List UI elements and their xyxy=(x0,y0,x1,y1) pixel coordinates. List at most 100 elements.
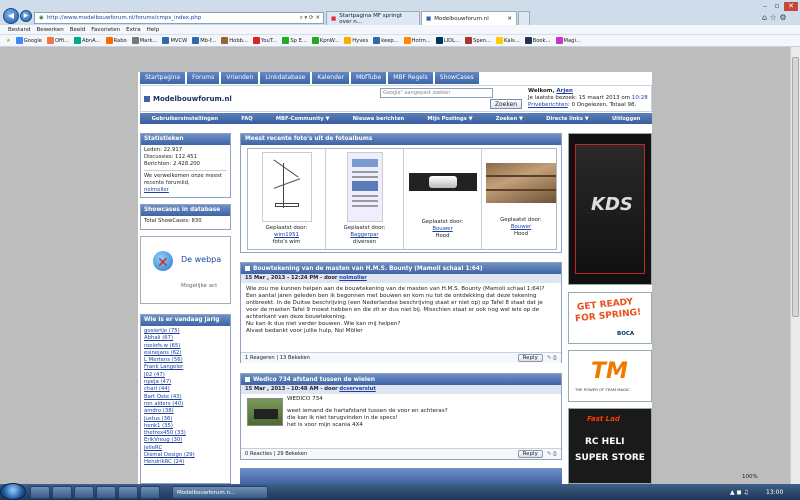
photo-item[interactable]: Geplaatst door: wim1951 foto's wim xyxy=(248,149,326,249)
maximize-icon[interactable]: ▫ xyxy=(772,2,782,11)
tab-startpagina[interactable]: ■ Startpagina MF springt over n... xyxy=(326,11,420,25)
photo-thumb-document[interactable] xyxy=(346,152,383,222)
tab-close-icon[interactable]: ✕ xyxy=(507,16,512,22)
tab-modelbouwforum[interactable]: ■ Modelbouwforum.nl ✕ xyxy=(421,11,517,25)
fav-hyves[interactable]: Hyves xyxy=(344,37,368,44)
forward-icon[interactable]: ▶ xyxy=(20,10,32,22)
site-tab-kalender[interactable]: Kalender xyxy=(312,72,350,84)
birthday-item[interactable]: gosiertje (75) xyxy=(144,328,180,334)
fav-sp[interactable]: Sp E... xyxy=(282,37,307,44)
ad-kds[interactable]: KDS xyxy=(568,133,652,285)
taskbar-media-icon[interactable] xyxy=(74,486,94,499)
fav-hobby[interactable]: Hobb... xyxy=(221,37,248,44)
birthday-item[interactable]: ron alders (40) xyxy=(144,401,183,407)
vertical-scrollbar[interactable] xyxy=(790,47,800,484)
subnav-settings[interactable]: Gebruikersinstellingen xyxy=(152,116,219,122)
birthday-item[interactable]: Dismal Design (29) xyxy=(144,452,195,458)
birthday-item[interactable]: charl (44) xyxy=(144,386,170,392)
subnav-new-posts[interactable]: Nieuwe berichten xyxy=(353,116,404,122)
zoom-level[interactable]: 100% xyxy=(742,474,758,480)
birthday-item[interactable]: JelleRC xyxy=(144,445,162,451)
fav-kals[interactable]: Kals... xyxy=(496,37,520,44)
pm-link[interactable]: Privéberichten xyxy=(528,102,568,108)
post-tools-icons[interactable]: ✎ ⎙ xyxy=(547,355,557,362)
fav-office[interactable]: Offi... xyxy=(46,37,69,44)
birthday-item[interactable]: Bart Oste (43) xyxy=(144,394,182,400)
fav-youtube[interactable]: YouT... xyxy=(252,37,277,44)
site-tab-startpagina[interactable]: Startpagina xyxy=(140,72,186,84)
post-tools-icons[interactable]: ✎ ⎙ xyxy=(547,451,557,458)
birthday-item[interactable]: amdro (38) xyxy=(144,408,174,414)
fav-abn[interactable]: AbnA... xyxy=(74,37,101,44)
fav-google[interactable]: Google xyxy=(15,37,42,44)
photo-thumb-drawing[interactable] xyxy=(261,152,312,222)
fav-hotmail[interactable]: Hotm... xyxy=(403,37,431,44)
close-icon[interactable]: ✕ xyxy=(784,2,798,11)
menu-bestand[interactable]: Bestand xyxy=(8,27,31,33)
site-tab-showcases[interactable]: ShowCases xyxy=(434,72,479,84)
photo-user-link[interactable]: wim1951 xyxy=(274,232,299,238)
photo-item[interactable]: Geplaatst door: Bouwer Hood xyxy=(404,149,482,249)
site-tab-mbftube[interactable]: MbfTube xyxy=(351,72,387,84)
taskbar-ie-icon[interactable] xyxy=(30,486,50,499)
subnav-direct-links[interactable]: Directe links ▼ xyxy=(546,116,589,122)
fav-spen[interactable]: Spen... xyxy=(465,37,491,44)
ad-boca[interactable]: GET READY FOR SPRING! BOCA xyxy=(568,292,652,344)
subnav-search[interactable]: Zoeken ▼ xyxy=(496,116,523,122)
address-bar[interactable]: ◉ http://www.modelbouwforum.nl/forums/cm… xyxy=(34,12,324,24)
photo-thumb-wood[interactable] xyxy=(486,163,556,203)
fav-book[interactable]: Book... xyxy=(524,37,551,44)
fav-mvcw[interactable]: MVCW xyxy=(162,37,187,44)
birthday-item[interactable]: HendrikRC (24) xyxy=(144,459,184,465)
menu-beeld[interactable]: Beeld xyxy=(70,27,86,33)
fav-keep[interactable]: keep... xyxy=(373,37,399,44)
photo-item[interactable]: Geplaatst door: Baggerpar diversen xyxy=(326,149,404,249)
birthday-item[interactable]: ErikVreug (30) xyxy=(144,437,182,443)
subnav-faq[interactable]: FAQ xyxy=(241,116,252,122)
birthday-item[interactable]: Abhali (67) xyxy=(144,335,173,341)
reply-button[interactable]: Reply xyxy=(517,450,543,458)
welcome-user-link[interactable]: Arjen xyxy=(556,88,573,94)
subnav-my-postings[interactable]: Mijn Postings ▼ xyxy=(427,116,472,122)
photo-item[interactable]: Geplaatst door: Bouwer Hood xyxy=(482,149,560,249)
site-tab-regels[interactable]: MBF Regels xyxy=(388,72,433,84)
taskbar-app-icon[interactable] xyxy=(140,486,160,499)
site-tab-vrienden[interactable]: Vrienden xyxy=(221,72,259,84)
fav-mbf[interactable]: Mb-f... xyxy=(192,37,216,44)
post-thumbnail[interactable] xyxy=(247,398,283,426)
fav-rabo[interactable]: Rabo xyxy=(105,37,127,44)
photo-thumb-hood[interactable] xyxy=(408,173,477,191)
photo-user-link[interactable]: Bouwer xyxy=(432,226,452,232)
birthday-item[interactable]: npeja (47) xyxy=(144,379,171,385)
taskbar-app-icon[interactable] xyxy=(96,486,116,499)
fav-kpn[interactable]: KpnW... xyxy=(311,37,339,44)
minimize-icon[interactable]: – xyxy=(760,2,770,11)
post-author-link[interactable]: nolmoller xyxy=(339,275,367,281)
site-tab-linkdatabase[interactable]: Linkdatabase xyxy=(260,72,311,84)
favorites-star-icon[interactable]: ★ xyxy=(6,38,11,44)
birthday-item[interactable]: L Mertens (56) xyxy=(144,357,183,363)
subnav-logout[interactable]: Uitloggen xyxy=(612,116,640,122)
site-tab-forums[interactable]: Forums xyxy=(187,72,220,84)
search-input[interactable]: Google" aangepast zoeken xyxy=(380,88,493,98)
photo-user-link[interactable]: Bouwer xyxy=(511,224,531,230)
taskbar-app-icon[interactable] xyxy=(118,486,138,499)
post-title[interactable]: Wedico 734 afstand tussen de wielen xyxy=(253,377,375,383)
fav-lidl[interactable]: LIDL... xyxy=(435,37,460,44)
birthday-item[interactable]: Justus (36) xyxy=(144,416,172,422)
subnav-community[interactable]: MBF-Community ▼ xyxy=(276,116,330,122)
post-author-link[interactable]: dcserverslut xyxy=(339,386,375,392)
fav-magi[interactable]: Magi... xyxy=(555,37,581,44)
scrollbar-thumb[interactable] xyxy=(792,57,799,317)
post-title[interactable]: Bouwtekening van de masten van H.M.S. Bo… xyxy=(253,266,483,272)
birthday-item[interactable]: esinejans (62) xyxy=(144,350,182,356)
reply-button[interactable]: Reply xyxy=(517,354,543,362)
ad-teammagic[interactable]: TM THE POWER OF TEAM MAGIC xyxy=(568,350,652,402)
birthday-item[interactable]: roelofs.w (65) xyxy=(144,343,180,349)
site-logo[interactable]: Modelbouwforum.nl xyxy=(153,95,232,103)
new-tab-button[interactable] xyxy=(518,11,530,25)
start-button[interactable] xyxy=(0,483,26,500)
birthday-item[interactable]: thetrex450 (33) xyxy=(144,430,186,436)
photo-user-link[interactable]: Baggerpar xyxy=(350,232,378,238)
menu-favorieten[interactable]: Favorieten xyxy=(91,27,120,33)
